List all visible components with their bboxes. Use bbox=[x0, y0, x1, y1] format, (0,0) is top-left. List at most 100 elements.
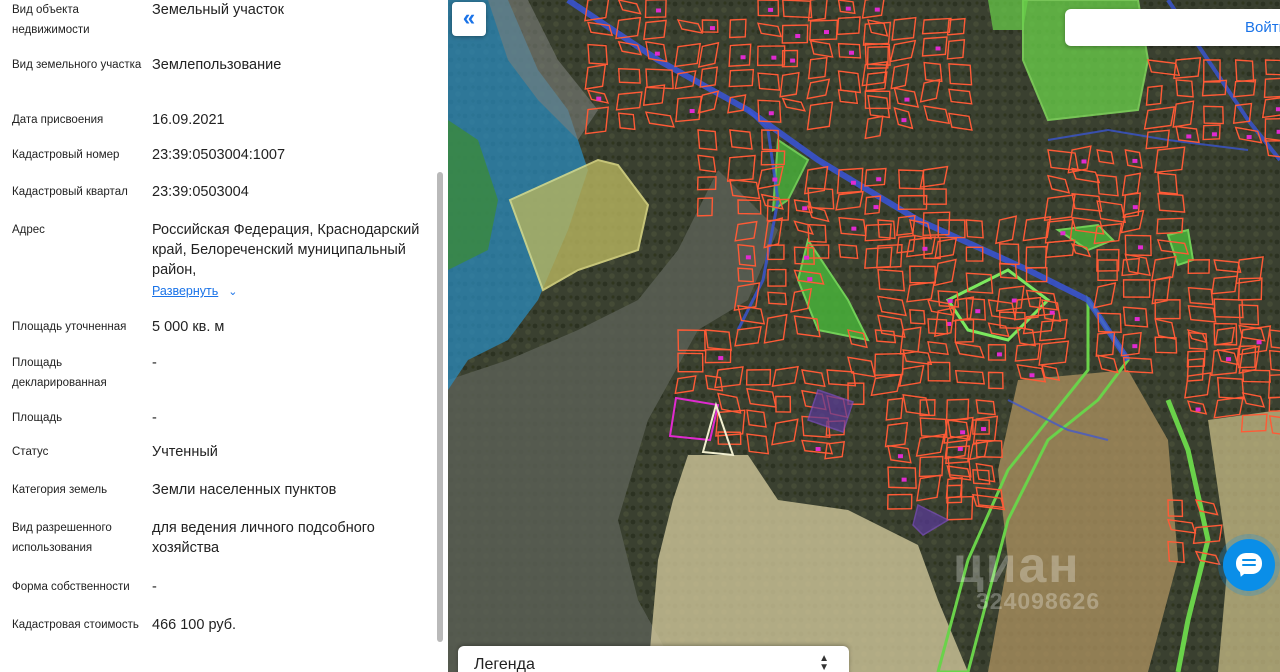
building-marker bbox=[1226, 357, 1232, 362]
cadastral-map[interactable]: циан 324098626 « Войти Легенда ▲▼ bbox=[448, 0, 1280, 672]
building-marker bbox=[807, 277, 813, 282]
building-marker bbox=[689, 109, 695, 114]
building-marker bbox=[771, 55, 777, 60]
building-marker bbox=[975, 309, 981, 314]
building-marker bbox=[1186, 134, 1192, 139]
panel-scrollbar[interactable] bbox=[437, 172, 443, 642]
building-marker bbox=[1060, 231, 1066, 236]
building-marker bbox=[802, 206, 808, 211]
building-marker bbox=[1134, 317, 1140, 322]
building-marker bbox=[874, 7, 880, 12]
building-marker bbox=[935, 46, 941, 51]
field-value: 16.09.2021 bbox=[152, 112, 225, 128]
field-value: - bbox=[152, 579, 157, 595]
building-marker bbox=[1211, 132, 1217, 137]
building-marker bbox=[768, 7, 774, 12]
login-button[interactable]: Войти bbox=[1065, 9, 1280, 46]
building-marker bbox=[745, 255, 751, 260]
field-label: Дата присвоения bbox=[12, 114, 104, 126]
building-marker bbox=[1081, 159, 1087, 164]
building-marker bbox=[960, 430, 966, 435]
building-marker bbox=[1195, 407, 1201, 412]
watermark-id: 324098626 bbox=[976, 588, 1101, 614]
field-value: 23:39:0503004:1007 bbox=[152, 147, 286, 163]
field-value: Российская Федерация, Краснодарский край… bbox=[152, 222, 420, 278]
building-marker bbox=[768, 111, 774, 116]
field-label: Категория земель bbox=[12, 484, 108, 496]
object-info-panel: Вид объекта недвижимости Земельный участ… bbox=[0, 0, 448, 672]
sort-arrows-icon: ▲ ▼ bbox=[819, 653, 829, 672]
field-label: Адрес bbox=[12, 224, 45, 236]
building-marker bbox=[1132, 344, 1138, 349]
building-marker bbox=[596, 96, 602, 101]
field-value: Учтенный bbox=[152, 444, 218, 460]
field-value: 466 100 руб. bbox=[152, 617, 237, 633]
field-value: 23:39:0503004 bbox=[152, 184, 249, 200]
building-marker bbox=[1246, 135, 1252, 140]
field-value: Земли населенных пунктов bbox=[152, 482, 337, 498]
lake-zone bbox=[988, 370, 1178, 672]
building-marker bbox=[848, 50, 854, 55]
building-marker bbox=[654, 51, 660, 56]
field-label: Площадь bbox=[12, 412, 63, 424]
collapse-panel-button[interactable]: « bbox=[452, 2, 486, 36]
building-marker bbox=[845, 6, 851, 11]
field-label: Площадь декларированная bbox=[12, 357, 107, 389]
building-marker bbox=[996, 352, 1002, 357]
building-marker bbox=[1011, 298, 1017, 303]
building-marker bbox=[901, 118, 907, 123]
field-value: - bbox=[152, 355, 157, 371]
building-marker bbox=[718, 356, 724, 361]
legend-title: Легенда bbox=[474, 656, 535, 672]
field-label: Кадастровый квартал bbox=[12, 186, 128, 198]
legend-panel[interactable]: Легенда ▲ ▼ bbox=[458, 646, 849, 672]
field-value: 5 000 кв. м bbox=[152, 319, 225, 335]
building-marker bbox=[1276, 129, 1280, 134]
field-label: Вид объекта недвижимости bbox=[12, 4, 90, 36]
field-label: Вид земельного участка bbox=[12, 59, 142, 71]
building-marker bbox=[790, 58, 796, 63]
building-marker bbox=[947, 298, 953, 303]
building-marker bbox=[709, 26, 715, 31]
building-marker bbox=[981, 427, 987, 432]
field-value: Земельный участок bbox=[152, 2, 284, 18]
chevron-down-icon: ⌄ bbox=[228, 286, 238, 298]
field-label: Кадастровый номер bbox=[12, 149, 120, 161]
building-marker bbox=[804, 255, 810, 260]
chat-button[interactable] bbox=[1223, 539, 1275, 591]
building-marker bbox=[1132, 205, 1138, 210]
field-value: для ведения личного подсобного хозяйства bbox=[152, 520, 375, 556]
building-marker bbox=[897, 454, 903, 459]
address-expand-link[interactable]: Развернуть ⌄ bbox=[152, 284, 237, 298]
map-canvas[interactable] bbox=[448, 0, 1280, 672]
building-marker bbox=[1029, 373, 1035, 378]
field-value: - bbox=[152, 410, 157, 426]
building-marker bbox=[850, 180, 856, 185]
building-marker bbox=[1132, 158, 1138, 163]
building-marker bbox=[957, 446, 963, 451]
building-marker bbox=[873, 205, 879, 210]
building-marker bbox=[904, 97, 910, 102]
field-value: Землепользование bbox=[152, 57, 282, 73]
expand-label: Развернуть bbox=[152, 284, 219, 298]
building-marker bbox=[1256, 340, 1262, 345]
building-marker bbox=[815, 447, 821, 452]
building-marker bbox=[1049, 310, 1055, 315]
watermark-brand: циан bbox=[953, 537, 1081, 593]
building-marker bbox=[740, 55, 746, 60]
field-label: Форма собственности bbox=[12, 581, 130, 593]
green-zone-small bbox=[988, 0, 1028, 30]
building-marker bbox=[823, 30, 829, 35]
field-label: Статус bbox=[12, 446, 49, 458]
building-marker bbox=[922, 246, 928, 251]
field-label: Площадь уточненная bbox=[12, 321, 127, 333]
building-marker bbox=[851, 226, 857, 231]
building-marker bbox=[1137, 245, 1143, 250]
building-marker bbox=[795, 34, 801, 39]
building-marker bbox=[876, 177, 882, 182]
field-label: Вид разрешенного использования bbox=[12, 522, 112, 554]
building-marker bbox=[656, 8, 662, 13]
double-chevron-left-icon: « bbox=[462, 5, 476, 30]
building-marker bbox=[772, 177, 778, 182]
building-marker bbox=[1275, 107, 1280, 112]
